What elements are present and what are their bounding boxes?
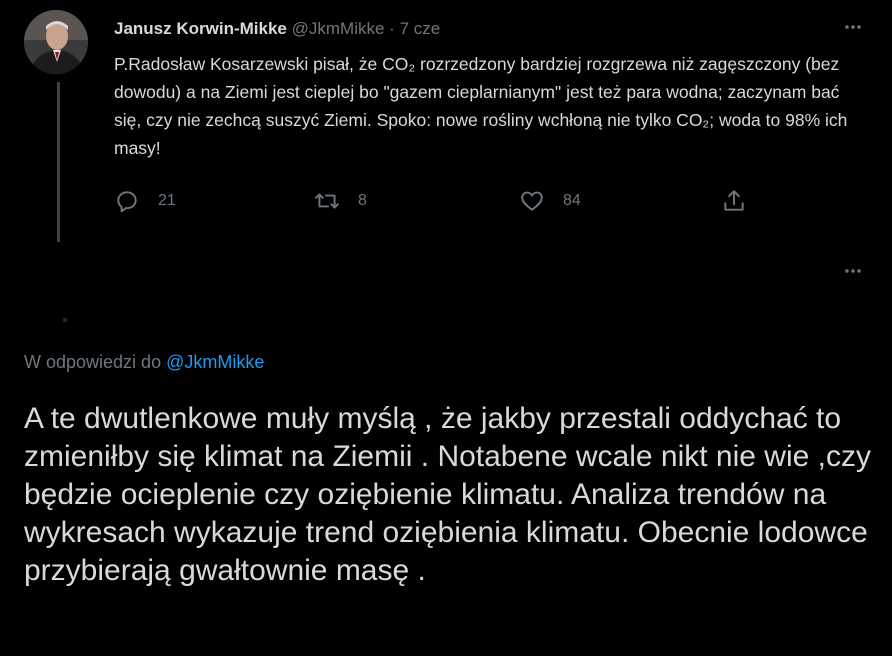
more-icon: [845, 25, 861, 29]
reply-more-button[interactable]: [838, 256, 868, 286]
tweet-actions: 21 8 84: [114, 185, 774, 217]
share-button[interactable]: [721, 185, 747, 217]
share-icon: [724, 190, 744, 211]
like-count: 84: [563, 192, 581, 209]
header-separator: ·: [389, 19, 395, 38]
more-icon: [845, 269, 861, 273]
retweet-count: 8: [358, 192, 367, 209]
reply-prefix: W odpowiedzi do: [24, 352, 162, 372]
author-handle[interactable]: @JkmMikke: [292, 19, 385, 38]
reply-text: A te dwutlenkowe muły myślą , że jakby p…: [24, 402, 871, 587]
tweet-time[interactable]: 7 cze: [400, 19, 441, 38]
tweet-more-button[interactable]: [838, 12, 868, 42]
reply-count: 21: [158, 192, 176, 209]
reply-icon: [117, 191, 137, 213]
retweet-icon: [315, 193, 339, 209]
thread-line: [57, 82, 60, 242]
tweet-header: Janusz Korwin-Mikke @JkmMikke · 7 cze: [114, 18, 440, 40]
tweet-text: P.Radosław Kosarzewski pisał, że CO₂ roz…: [114, 54, 848, 158]
author-avatar[interactable]: [24, 10, 88, 74]
reply-to-handle-link[interactable]: @JkmMikke: [166, 352, 264, 372]
avatar-image: [24, 10, 88, 74]
reply-context: W odpowiedzi do @JkmMikke: [24, 350, 264, 374]
like-button[interactable]: 84: [519, 185, 581, 217]
reply-button[interactable]: 21: [114, 185, 176, 217]
reply-avatar-remnant: [63, 318, 67, 322]
retweet-button[interactable]: 8: [314, 185, 367, 217]
like-icon: [521, 191, 543, 211]
author-name[interactable]: Janusz Korwin-Mikke: [114, 19, 287, 38]
